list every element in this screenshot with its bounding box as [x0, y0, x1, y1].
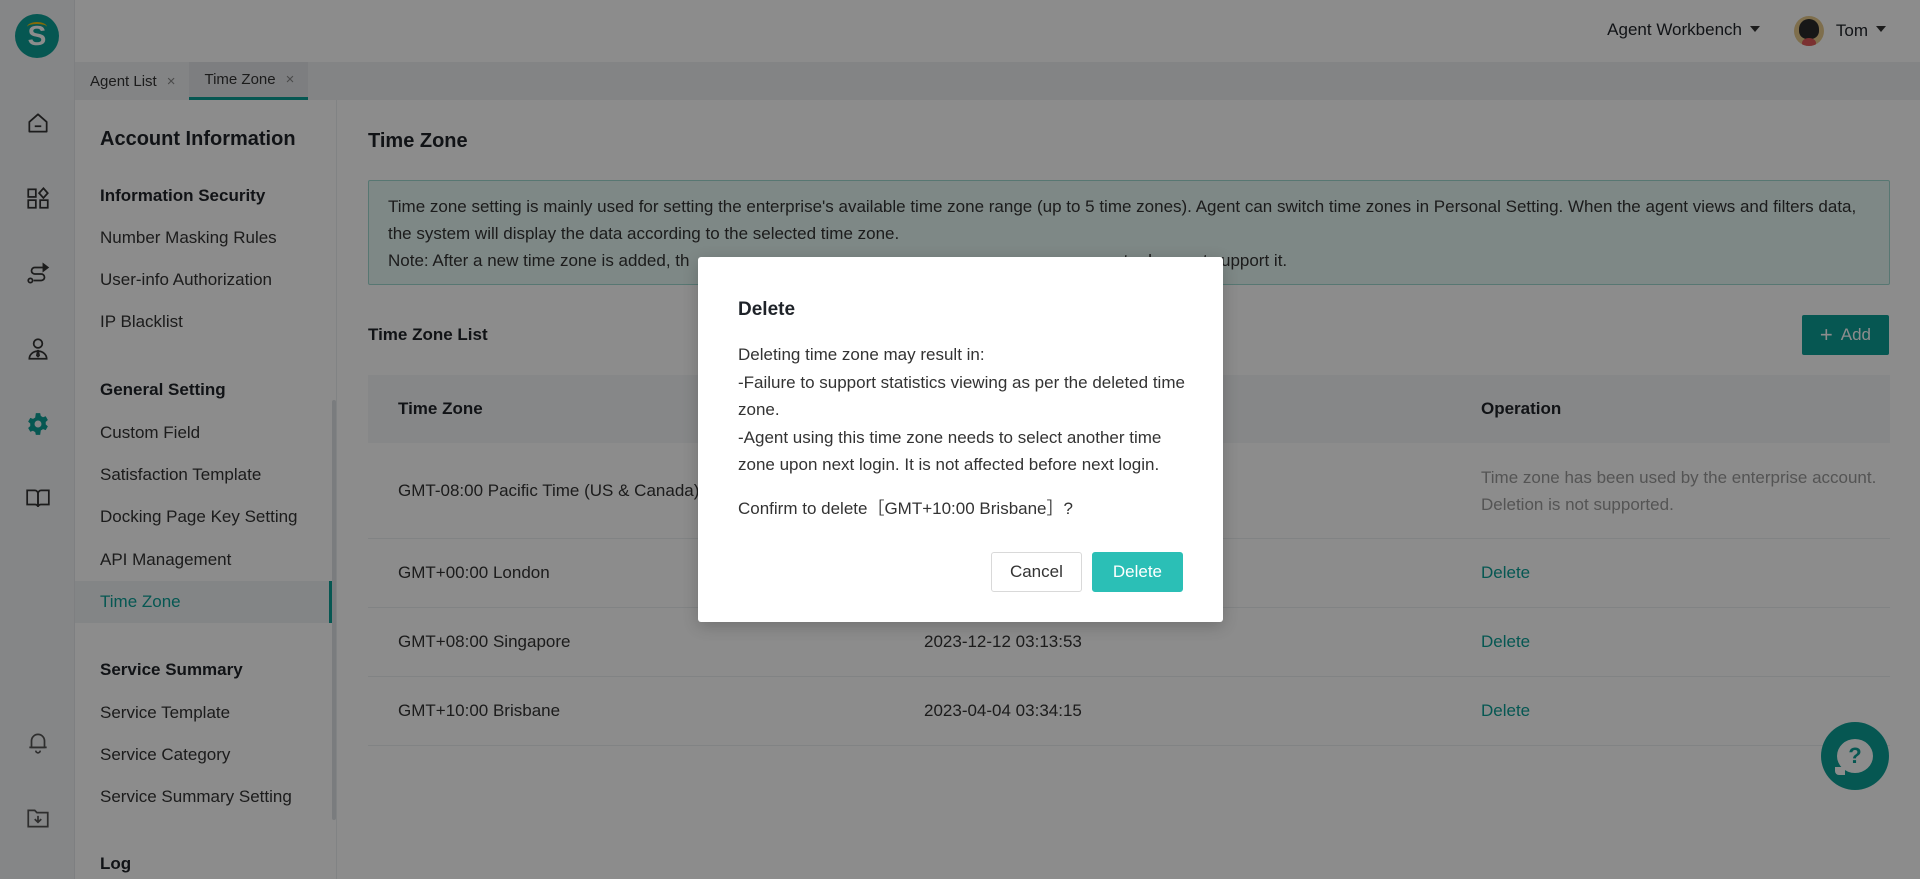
confirm-delete-button[interactable]: Delete: [1091, 552, 1183, 592]
delete-confirm-dialog: Delete Deleting time zone may result in:…: [698, 257, 1223, 622]
cancel-button[interactable]: Cancel: [990, 552, 1082, 592]
dialog-line: -Agent using this time zone needs to sel…: [738, 427, 1162, 475]
dialog-line: Deleting time zone may result in:: [738, 345, 985, 364]
dialog-body: Deleting time zone may result in: -Failu…: [738, 341, 1198, 522]
dialog-title: Delete: [738, 299, 796, 320]
dialog-actions: Cancel Delete: [990, 552, 1183, 592]
dialog-line: -Failure to support statistics viewing a…: [738, 372, 1185, 420]
dialog-confirm-text: Confirm to delete［GMT+10:00 Brisbane］?: [738, 498, 1073, 518]
